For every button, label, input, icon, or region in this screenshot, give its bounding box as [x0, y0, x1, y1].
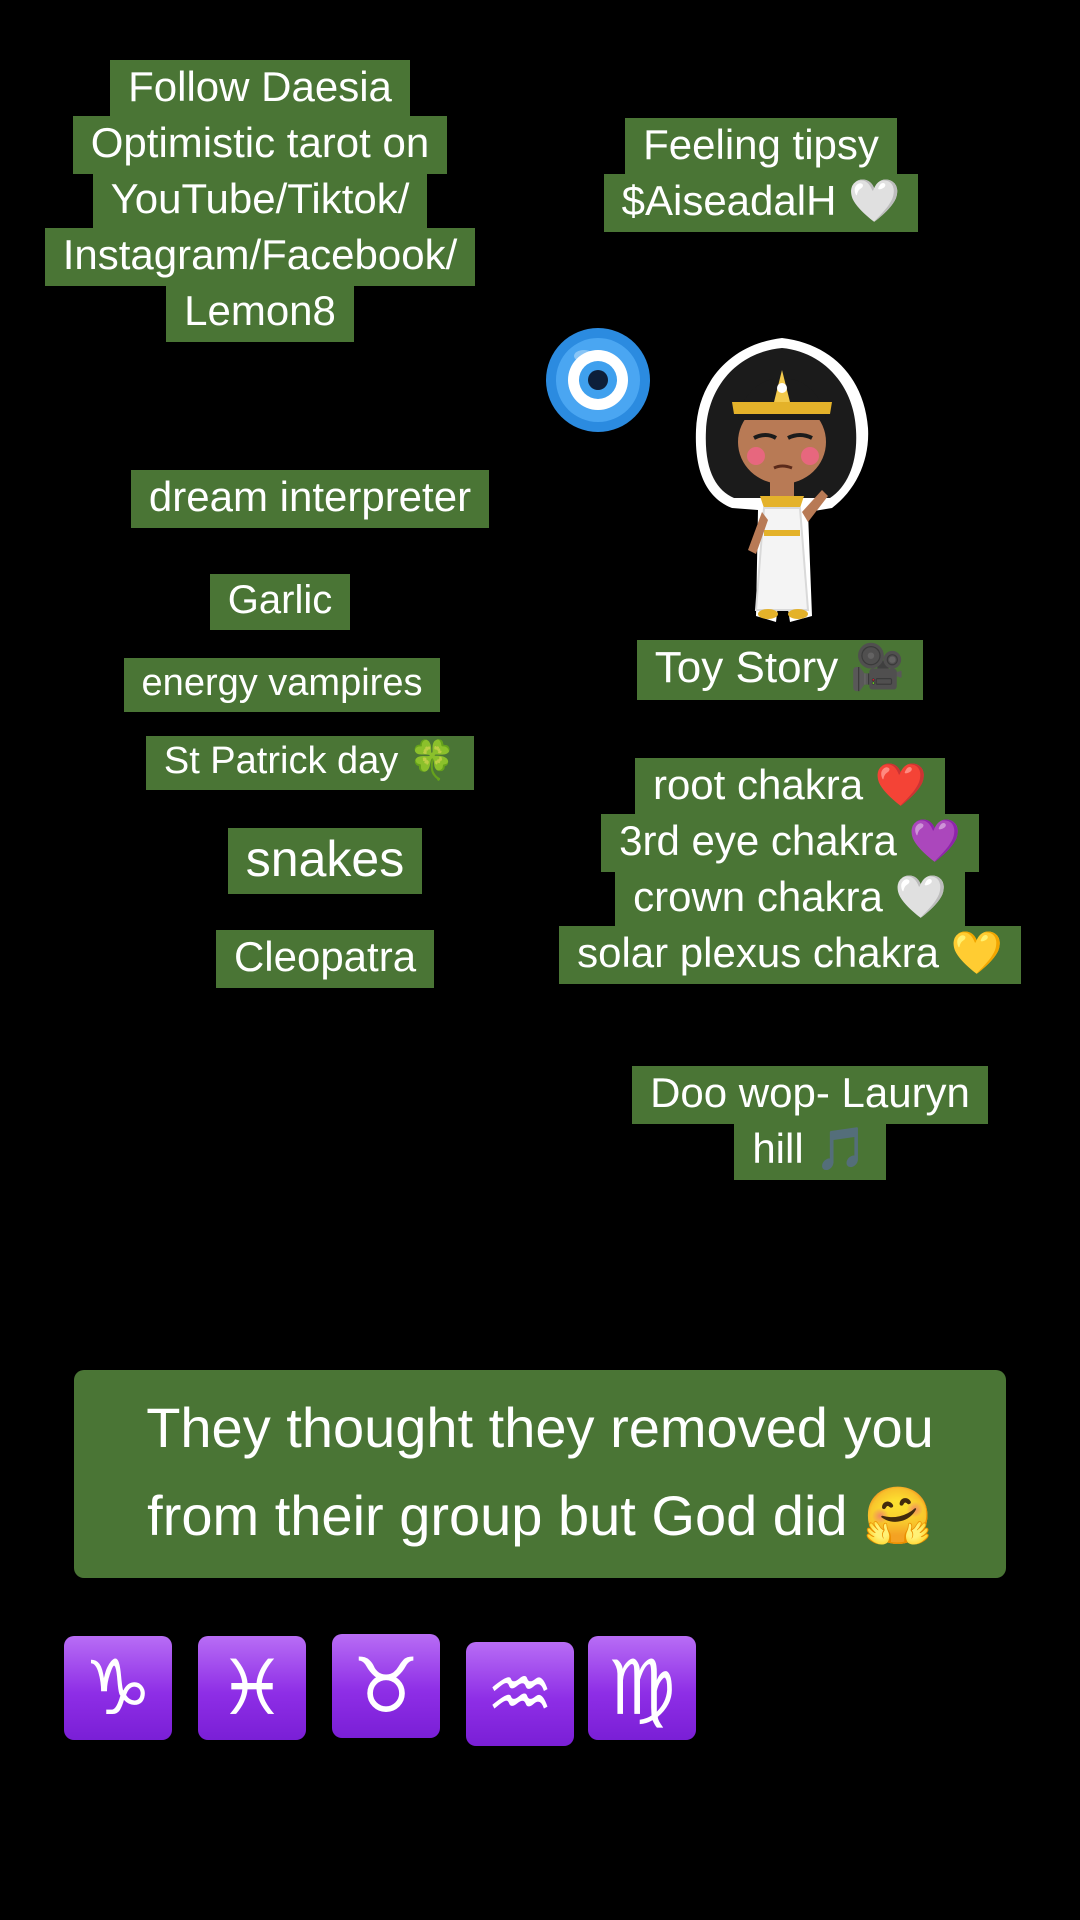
chakra-line-crown: crown chakra 🤍 [615, 870, 965, 928]
patrick-caption: St Patrick day 🍀 [110, 736, 510, 790]
main-message-line-2: from their group but God did 🤗 [147, 1484, 933, 1547]
follow-line-2: Optimistic tarot on [72, 116, 448, 174]
capricorn-icon: ♑ [64, 1636, 172, 1740]
patrick-line: St Patrick day 🍀 [145, 736, 475, 790]
garlic-caption: Garlic [180, 574, 380, 630]
aquarius-icon: ♒ [466, 1642, 574, 1746]
follow-line-4: Instagram/Facebook/ [44, 228, 476, 286]
doowop-line-1: Doo wop- Lauryn [632, 1066, 988, 1124]
toystory-line: Toy Story 🎥 [636, 640, 924, 700]
dream-caption: dream interpreter [100, 470, 520, 528]
dream-line: dream interpreter [130, 470, 490, 528]
tipsy-line-2: $AiseadalH 🤍 [603, 174, 919, 232]
virgo-icon: ♍ [588, 1636, 696, 1740]
follow-caption: Follow Daesia Optimistic tarot on YouTub… [0, 60, 520, 342]
snakes-line: snakes [227, 828, 423, 894]
chakra-line-third-eye: 3rd eye chakra 💜 [601, 814, 979, 872]
follow-line-5: Lemon8 [166, 284, 354, 342]
follow-line-1: Follow Daesia [110, 60, 410, 118]
main-message: They thought they removed you from their… [74, 1370, 1006, 1578]
garlic-line: Garlic [209, 574, 351, 630]
energy-line: energy vampires [123, 658, 441, 712]
cleopatra-line: Cleopatra [215, 930, 435, 988]
toystory-caption: Toy Story 🎥 [600, 640, 960, 700]
chakra-line-solar-plexus: solar plexus chakra 💛 [559, 926, 1021, 984]
doowop-caption: Doo wop- Lauryn hill 🎵 [600, 1066, 1020, 1180]
cleopatra-sticker [695, 338, 869, 622]
follow-line-3: YouTube/Tiktok/ [92, 172, 428, 230]
tipsy-line-1: Feeling tipsy [625, 118, 897, 176]
taurus-icon: ♉ [332, 1634, 440, 1738]
doowop-line-2: hill 🎵 [734, 1122, 886, 1180]
cleopatra-caption: Cleopatra [190, 930, 460, 988]
snakes-caption: snakes [200, 828, 450, 894]
chakra-line-root: root chakra ❤️ [634, 758, 946, 816]
main-message-line-1: They thought they removed you [146, 1396, 934, 1459]
chakras-caption: root chakra ❤️ 3rd eye chakra 💜 crown ch… [520, 758, 1060, 984]
nazar-amulet-icon [546, 328, 650, 432]
energy-caption: energy vampires [100, 658, 464, 712]
pisces-icon: ♓ [198, 1636, 306, 1740]
tipsy-caption: Feeling tipsy $AiseadalH 🤍 [576, 118, 946, 232]
